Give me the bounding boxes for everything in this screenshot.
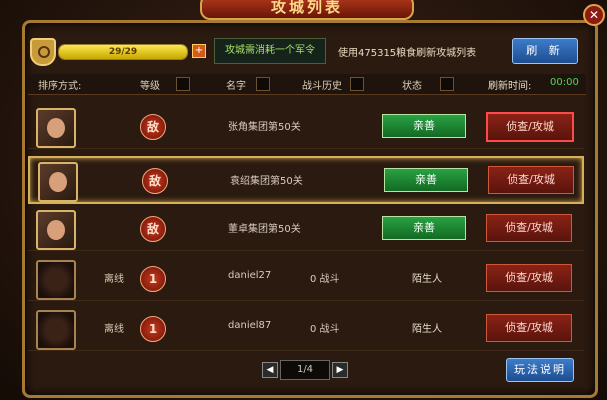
sort-status-label: 状态 bbox=[402, 81, 422, 92]
scout-attack-button[interactable]: 侦查/攻城 bbox=[486, 264, 572, 292]
city-row[interactable]: 敌 张角集团第50关 亲善 侦查/攻城 bbox=[28, 104, 584, 149]
pager: ◀ 1/4 ▶ bbox=[262, 360, 348, 380]
level-badge: 1 bbox=[140, 266, 166, 292]
energy-text: 29/29 bbox=[108, 47, 138, 57]
sort-level-label: 等级 bbox=[140, 81, 160, 92]
sort-status-checkbox[interactable] bbox=[440, 77, 454, 91]
shield-icon bbox=[30, 38, 56, 66]
notice-label: 攻城需消耗一个军令 bbox=[214, 38, 326, 64]
refresh-time: 00:00 bbox=[550, 77, 579, 88]
city-name: 董卓集团第50关 bbox=[228, 224, 301, 235]
enemy-badge: 敌 bbox=[140, 114, 166, 140]
dialog-title: 攻城列表 bbox=[200, 0, 414, 20]
avatar bbox=[36, 260, 76, 300]
relation-label: 陌生人 bbox=[412, 324, 442, 335]
battle-count: 0 战斗 bbox=[310, 274, 340, 285]
city-name: 张角集团第50关 bbox=[228, 122, 301, 133]
level-badge: 1 bbox=[140, 316, 166, 342]
scout-attack-button[interactable]: 侦查/攻城 bbox=[486, 112, 574, 142]
player-status: 离线 bbox=[104, 274, 124, 285]
refresh-button[interactable]: 刷 新 bbox=[512, 38, 578, 64]
player-status: 离线 bbox=[104, 324, 124, 335]
befriend-button[interactable]: 亲善 bbox=[382, 216, 466, 240]
avatar bbox=[36, 310, 76, 350]
enemy-badge: 敌 bbox=[140, 216, 166, 242]
sort-name-checkbox[interactable] bbox=[256, 77, 270, 91]
player-row[interactable]: 离线 1 daniel87 0 战斗 陌生人 侦查/攻城 bbox=[28, 306, 584, 351]
befriend-button[interactable]: 亲善 bbox=[384, 168, 468, 192]
sort-level-checkbox[interactable] bbox=[176, 77, 190, 91]
city-row[interactable]: 敌 董卓集团第50关 亲善 侦查/攻城 bbox=[28, 206, 584, 251]
player-row[interactable]: 离线 1 daniel27 0 战斗 陌生人 侦查/攻城 bbox=[28, 256, 584, 301]
scout-attack-button[interactable]: 侦查/攻城 bbox=[488, 166, 574, 194]
refresh-time-label: 刷新时间: bbox=[488, 81, 532, 92]
avatar bbox=[38, 162, 78, 202]
scout-attack-button[interactable]: 侦查/攻城 bbox=[486, 314, 572, 342]
battle-count: 0 战斗 bbox=[310, 324, 340, 335]
enemy-badge: 敌 bbox=[142, 168, 168, 194]
top-bar: 29/29 + 攻城需消耗一个军令 使用475315粮食刷新攻城列表 刷 新 bbox=[28, 34, 586, 68]
energy-bar: 29/29 bbox=[58, 44, 188, 60]
city-row-selected[interactable]: 敌 袁绍集团第50关 亲善 侦查/攻城 bbox=[28, 156, 584, 204]
sort-history-checkbox[interactable] bbox=[350, 77, 364, 91]
city-name: 袁绍集团第50关 bbox=[230, 176, 303, 187]
page-indicator: 1/4 bbox=[280, 360, 330, 380]
befriend-button[interactable]: 亲善 bbox=[382, 114, 466, 138]
avatar bbox=[36, 108, 76, 148]
relation-label: 陌生人 bbox=[412, 274, 442, 285]
sort-history-label: 战斗历史 bbox=[302, 81, 342, 92]
next-page-button[interactable]: ▶ bbox=[332, 362, 348, 378]
scout-attack-button[interactable]: 侦查/攻城 bbox=[486, 214, 572, 242]
refresh-tip: 使用475315粮食刷新攻城列表 bbox=[338, 48, 477, 59]
sort-name-label: 名字 bbox=[226, 81, 246, 92]
close-icon[interactable]: ✕ bbox=[583, 4, 605, 26]
player-name: daniel87 bbox=[228, 320, 272, 331]
help-button[interactable]: 玩法说明 bbox=[506, 358, 574, 382]
player-name: daniel27 bbox=[228, 270, 272, 281]
sort-bar: 排序方式: 等级 名字 战斗历史 状态 刷新时间: 00:00 bbox=[28, 74, 586, 95]
prev-page-button[interactable]: ◀ bbox=[262, 362, 278, 378]
sort-label: 排序方式: bbox=[38, 81, 82, 92]
avatar bbox=[36, 210, 76, 250]
add-energy-button[interactable]: + bbox=[192, 44, 206, 58]
